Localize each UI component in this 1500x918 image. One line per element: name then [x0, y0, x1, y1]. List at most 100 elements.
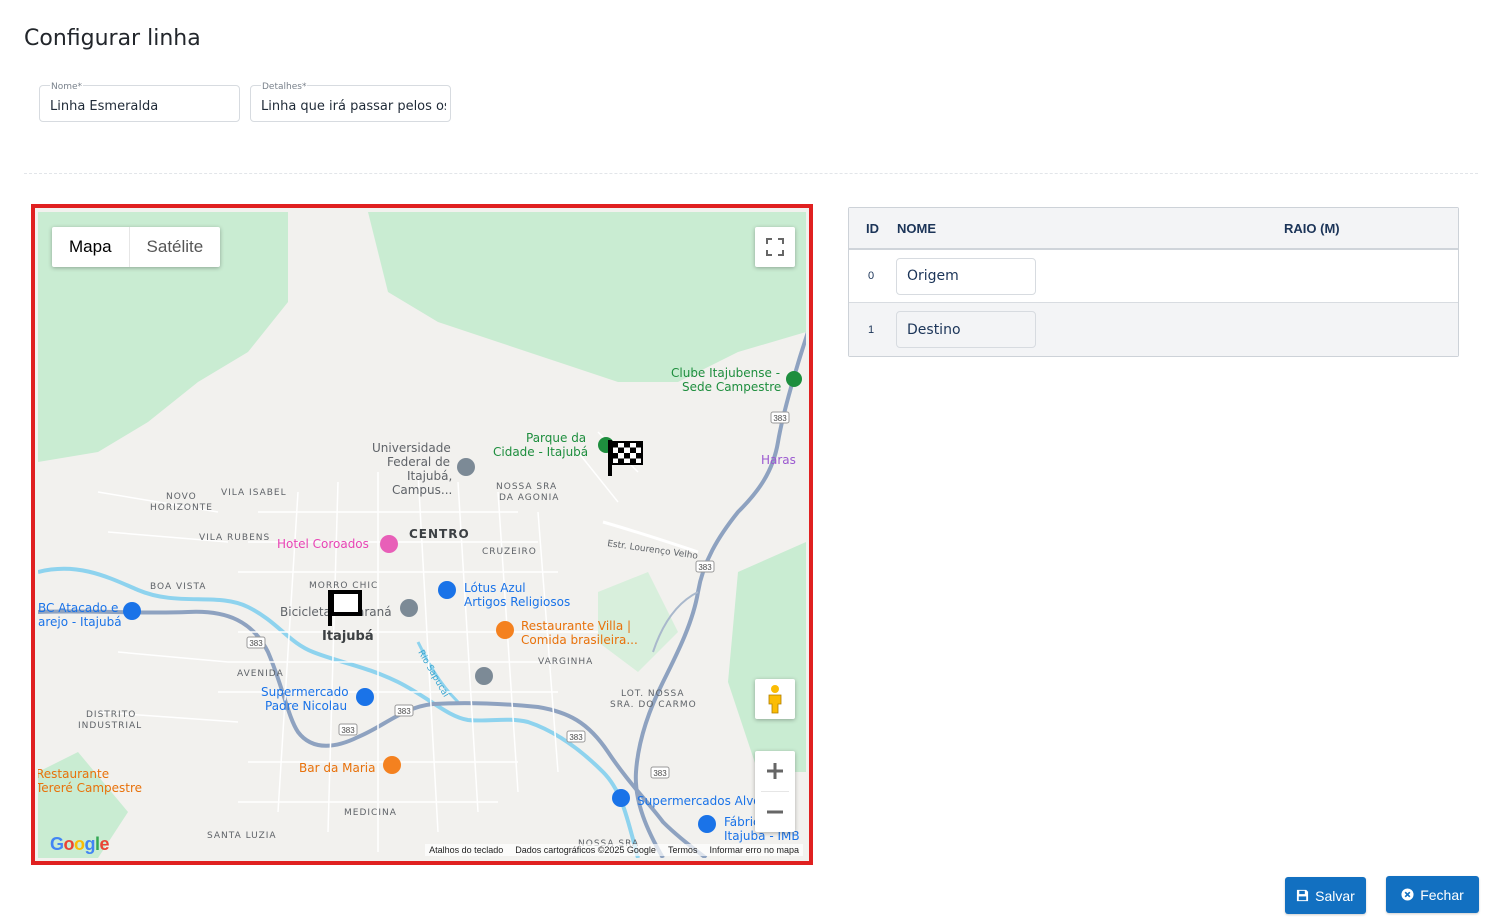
zoom-control — [755, 751, 795, 832]
map-label: SANTA LUZIA — [207, 831, 277, 841]
close-button[interactable]: Fechar — [1386, 876, 1479, 913]
map-label: INDUSTRIAL — [78, 721, 142, 731]
street-view-button[interactable] — [755, 679, 795, 719]
nome-field[interactable]: Nome* — [39, 81, 240, 122]
save-button[interactable]: Salvar — [1285, 877, 1366, 914]
map-label: Supermercado — [261, 685, 349, 699]
map-label: Haras — [761, 453, 796, 467]
terms-link[interactable]: Termos — [668, 845, 698, 855]
map-container[interactable]: 383 383 383 383 383 383 383 Clube Itajub… — [31, 204, 813, 865]
map-canvas[interactable]: 383 383 383 383 383 383 383 Clube Itajub… — [38, 212, 806, 858]
col-header-nome: NOME — [897, 220, 936, 236]
map-label: HORIZONTE — [150, 503, 213, 513]
svg-text:383: 383 — [653, 769, 667, 778]
zoom-in-button[interactable] — [755, 751, 795, 791]
map-label: Universidade — [372, 441, 451, 455]
shop-icon — [356, 688, 374, 706]
fullscreen-icon — [766, 238, 784, 256]
map-label: Itajubá, — [407, 469, 452, 483]
map-label: Restaurante — [38, 767, 109, 781]
shop-icon — [438, 581, 456, 599]
report-error-link[interactable]: Informar erro no mapa — [709, 845, 799, 855]
google-logo: Google — [50, 834, 110, 854]
map-label: Federal de — [387, 455, 450, 469]
place-icon — [400, 599, 418, 617]
map-label: Campus... — [392, 483, 452, 497]
map-label: SRA. DO CARMO — [610, 700, 697, 710]
map-label: NOSSA SRA — [496, 482, 557, 492]
row-nome-input[interactable]: Origem — [896, 257, 1036, 295]
points-table: ID NOME RAIO (M) 0 Origem 1 Destino — [848, 207, 1459, 357]
keyboard-shortcuts-link[interactable]: Atalhos do teclado — [429, 845, 503, 855]
row-id: 0 — [868, 270, 875, 282]
map-label: Lótus Azul — [464, 581, 526, 595]
map-label: Tereré Campestre — [38, 781, 142, 795]
school-icon — [475, 667, 493, 685]
map-label: MEDICINA — [344, 808, 397, 818]
map-label: Artigos Religiosos — [464, 595, 570, 609]
close-button-label: Fechar — [1420, 886, 1464, 903]
restaurant-icon — [496, 621, 514, 639]
map-label: Comida brasileira... — [521, 633, 638, 647]
map-label: DA AGONIA — [499, 493, 559, 503]
map-label: arejo - Itajubá — [38, 615, 122, 629]
map-label: Restaurante Villa | — [521, 619, 631, 633]
map-label: NOVO — [166, 492, 197, 502]
map-label: BC Atacado e — [38, 601, 118, 615]
table-row: 1 Destino — [849, 303, 1458, 356]
section-divider — [24, 173, 1478, 174]
map-label: Clube Itajubense - — [671, 366, 780, 380]
svg-text:383: 383 — [341, 726, 355, 735]
map-label: Bar da Maria — [299, 761, 375, 775]
svg-text:383: 383 — [698, 563, 712, 572]
detalhes-input[interactable] — [261, 99, 446, 114]
row-nome-input[interactable]: Destino — [896, 311, 1036, 348]
col-header-raio: RAIO (M) — [1284, 220, 1340, 236]
shop-icon — [698, 815, 716, 833]
pegman-icon — [768, 685, 782, 714]
university-icon — [457, 458, 475, 476]
hotel-icon — [380, 535, 398, 553]
map-label: VILA ISABEL — [221, 488, 287, 498]
row-id: 1 — [868, 323, 875, 336]
svg-text:383: 383 — [249, 639, 263, 648]
map-label: VARGINHA — [538, 657, 593, 667]
map-label: VILA RUBENS — [199, 533, 270, 543]
shop-icon — [612, 789, 630, 807]
map-type-satellite-button[interactable]: Satélite — [130, 227, 221, 267]
map-label: Cidade - Itajubá — [493, 445, 588, 459]
floppy-disk-icon — [1297, 889, 1309, 902]
map-type-map-button[interactable]: Mapa — [52, 227, 130, 267]
map-label: AVENIDA — [237, 669, 284, 679]
map-label: LOT. NOSSA — [621, 689, 685, 699]
plus-icon — [767, 763, 783, 779]
close-circle-icon — [1401, 888, 1414, 901]
park-poi-icon — [786, 371, 802, 387]
map-label: CRUZEIRO — [482, 547, 537, 557]
svg-text:383: 383 — [397, 707, 411, 716]
fullscreen-button[interactable] — [755, 227, 795, 267]
map-type-control: Mapa Satélite — [52, 227, 221, 267]
map-label: Sede Campestre — [682, 380, 781, 394]
map-label: Padre Nicolau — [265, 699, 347, 713]
shop-icon — [123, 602, 141, 620]
nome-input[interactable] — [50, 99, 235, 114]
zoom-out-button[interactable] — [755, 792, 795, 832]
map-data-attribution: Dados cartográficos ©2025 Google — [515, 845, 656, 855]
detalhes-field[interactable]: Detalhes* — [250, 81, 451, 122]
save-button-label: Salvar — [1315, 887, 1355, 904]
map-label: Hotel Coroados — [277, 537, 369, 551]
nome-field-label: Nome* — [50, 81, 84, 93]
minus-icon — [767, 810, 783, 814]
table-row: 0 Origem — [849, 250, 1458, 303]
table-header: ID NOME RAIO (M) — [849, 208, 1458, 250]
svg-text:383: 383 — [569, 733, 583, 742]
map-footer: Atalhos do teclado Dados cartográficos ©… — [425, 844, 803, 856]
map-label: BOA VISTA — [150, 582, 206, 592]
map-label: CENTRO — [409, 527, 470, 541]
map-label: DISTRITO — [86, 710, 136, 720]
bar-icon — [383, 756, 401, 774]
svg-text:383: 383 — [773, 414, 787, 423]
map-label: MORRO CHIC — [309, 581, 378, 591]
map-label: Parque da — [526, 431, 586, 445]
